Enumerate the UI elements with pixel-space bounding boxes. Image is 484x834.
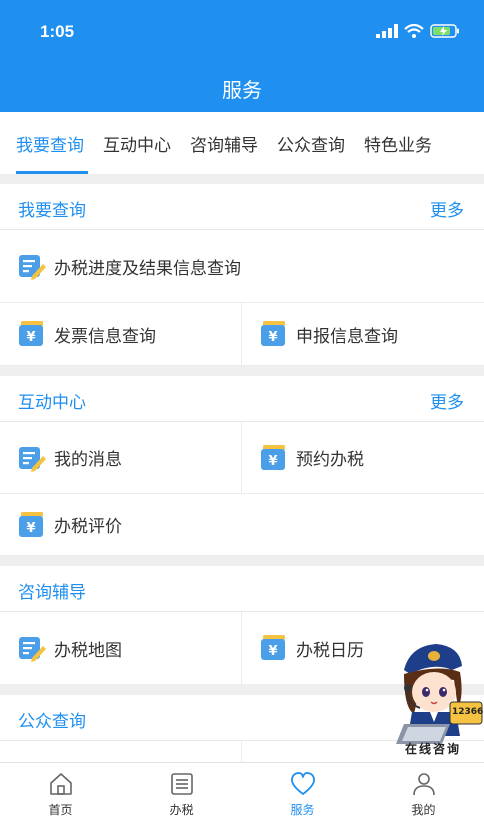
service-item[interactable]: ¥ 办税日历 (260, 612, 364, 684)
service-item[interactable]: 办税进度及结果信息查询 (18, 230, 241, 302)
section-title: 公众查询 (18, 712, 86, 732)
service-item[interactable]: ¥ 办税评价 (18, 494, 122, 555)
service-item[interactable]: ¥ 发票信息查询 (18, 303, 156, 365)
edit-document-icon (18, 252, 46, 280)
yuan-card-icon: ¥ (18, 511, 46, 539)
service-label: 办税进度及结果信息查询 (54, 258, 241, 279)
heart-icon (290, 772, 315, 795)
more-link[interactable]: 更多 (430, 388, 464, 413)
svg-text:¥: ¥ (268, 330, 277, 345)
section-title: 我要查询 (18, 201, 86, 221)
nav-label: 服务 (290, 803, 315, 817)
service-row: 我的消息 ¥ 预约办税 (0, 422, 484, 494)
service-row: ¥ 发票信息查询 ¥ 申报信息查询 (0, 303, 484, 366)
section-divider (0, 366, 484, 376)
yuan-card-icon: ¥ (260, 444, 288, 472)
yuan-card-icon: ¥ (260, 320, 288, 348)
service-item[interactable]: 我的消息 (18, 422, 122, 493)
section-title: 咨询辅导 (18, 583, 86, 603)
service-label: 预约办税 (296, 450, 364, 470)
svg-text:¥: ¥ (26, 521, 35, 536)
column-divider (241, 741, 242, 762)
tab-interaction[interactable]: 互动中心 (103, 131, 171, 156)
service-label: 申报信息查询 (296, 326, 398, 347)
wifi-icon (404, 24, 424, 38)
svg-text:¥: ¥ (268, 454, 277, 469)
edit-document-icon (18, 634, 46, 662)
tab-consult[interactable]: 咨询辅导 (190, 131, 258, 156)
more-link[interactable]: 更多 (430, 196, 464, 221)
column-divider (241, 303, 242, 365)
nav-label: 首页 (48, 803, 73, 817)
service-label: 办税评价 (54, 517, 122, 537)
hotline-number: 12366 (452, 707, 484, 717)
nav-mine[interactable]: 我的 (363, 763, 484, 834)
service-row: 办税进度及结果信息查询 (0, 230, 484, 303)
service-row: ¥ 办税评价 (0, 494, 484, 556)
column-divider (241, 422, 242, 493)
section-header-interaction: 互动中心 更多 (0, 376, 484, 422)
edit-document-icon (18, 444, 46, 472)
nav-label: 我的 (411, 803, 436, 817)
svg-text:¥: ¥ (268, 644, 277, 659)
status-time: 1:05 (40, 22, 75, 41)
list-icon (170, 773, 193, 795)
online-consult-label[interactable]: 在线咨询 (405, 740, 461, 757)
yuan-card-icon: ¥ (18, 320, 46, 348)
section-header-consult: 咨询辅导 (0, 566, 484, 612)
tab-public-query[interactable]: 公众查询 (277, 131, 345, 156)
battery-charging-icon (430, 24, 459, 38)
nav-tax[interactable]: 办税 (121, 763, 242, 834)
nav-home[interactable]: 首页 (0, 763, 121, 834)
tab-special[interactable]: 特色业务 (364, 131, 432, 156)
service-item[interactable]: 办税地图 (18, 612, 122, 684)
service-item[interactable]: ¥ 申报信息查询 (260, 303, 398, 365)
service-item[interactable]: ¥ 预约办税 (260, 422, 364, 493)
section-title: 互动中心 (18, 393, 86, 413)
section-divider (0, 174, 484, 184)
home-icon (49, 773, 72, 795)
column-divider (241, 612, 242, 684)
section-header-query: 我要查询 更多 (0, 184, 484, 230)
signal-icon (376, 24, 398, 38)
yuan-card-icon: ¥ (260, 634, 288, 662)
nav-label: 办税 (169, 803, 194, 817)
tab-query[interactable]: 我要查询 (16, 131, 84, 156)
bottom-navigation: 首页 办税 服务 我的 (0, 762, 484, 834)
service-label: 我的消息 (54, 450, 122, 470)
status-icons (376, 24, 460, 38)
user-icon (412, 773, 435, 796)
section-divider (0, 556, 484, 566)
service-label: 办税日历 (296, 640, 364, 661)
service-label: 发票信息查询 (54, 326, 156, 347)
category-tabs: 我要查询 互动中心 咨询辅导 公众查询 特色业务 (0, 112, 484, 174)
service-label: 办税地图 (54, 640, 122, 661)
nav-service[interactable]: 服务 (242, 763, 363, 834)
svg-text:¥: ¥ (26, 330, 35, 345)
app-header: 1:05 服务 (0, 0, 484, 112)
page-title: 服务 (222, 78, 262, 102)
